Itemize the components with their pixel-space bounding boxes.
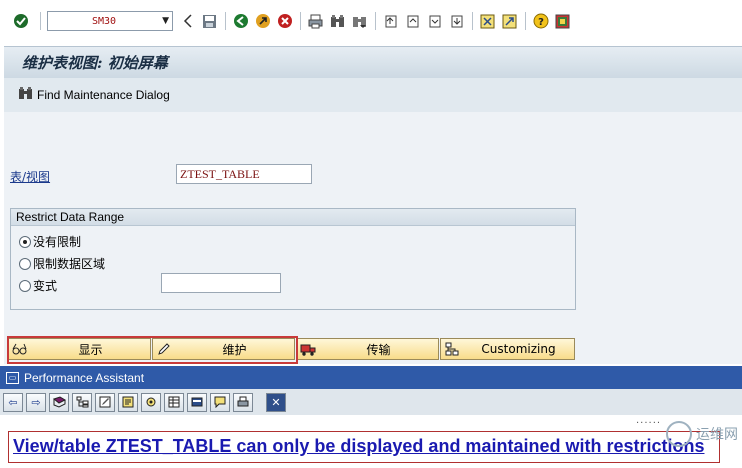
watermark-logo-icon	[666, 421, 692, 447]
maintain-button[interactable]: 维护	[152, 338, 295, 360]
last-page-icon[interactable]	[448, 13, 465, 30]
toolbar-separator	[300, 12, 301, 30]
transport-button-label: 传输	[366, 342, 391, 357]
table-icon[interactable]	[164, 392, 184, 412]
command-field-value: SM30	[92, 15, 117, 27]
maintain-button-label: 维护	[222, 342, 247, 357]
toolbar-separator	[525, 12, 526, 30]
radio-no-restriction[interactable]: 没有限制	[19, 233, 81, 250]
print-icon[interactable]	[307, 13, 324, 30]
radio-button[interactable]	[19, 257, 31, 270]
display-button[interactable]: 显示	[8, 338, 151, 360]
display-window-icon[interactable]	[187, 392, 207, 412]
toolbar-separator	[472, 12, 473, 30]
toolbar-separator	[225, 12, 226, 30]
find-maintenance-dialog-label: Find Maintenance Dialog	[37, 88, 170, 102]
find-next-icon[interactable]	[351, 13, 368, 30]
variant-input[interactable]	[161, 273, 281, 293]
performance-assistant-title-bar: ▭ Performance Assistant	[0, 366, 742, 389]
new-session-icon[interactable]	[479, 13, 496, 30]
help-icon[interactable]: ?	[532, 13, 549, 30]
display-button-label: 显示	[78, 342, 103, 357]
table-view-label: 表/视图	[10, 170, 51, 184]
performance-assistant-message: View/table ZTEST_TABLE can only be displ…	[8, 431, 720, 463]
pencil-icon	[153, 342, 175, 356]
first-page-icon[interactable]	[382, 13, 399, 30]
watermark-text: 运维网	[696, 426, 738, 442]
restrict-data-range-group: Restrict Data Range 没有限制 限制数据区域 变式	[10, 208, 576, 310]
chevron-down-icon[interactable]: ▼	[162, 16, 169, 26]
cancel-icon[interactable]	[276, 13, 293, 30]
performance-assistant-title: Performance Assistant	[24, 370, 145, 385]
radio-button[interactable]	[19, 235, 31, 248]
exit-icon[interactable]	[254, 13, 271, 30]
print-icon[interactable]	[233, 392, 253, 412]
glasses-icon	[9, 343, 31, 355]
structure-icon[interactable]	[72, 392, 92, 412]
customizing-button[interactable]: Customizing	[440, 338, 575, 360]
main-content: 表/视图 ZTEST_TABLE Restrict Data Range 没有限…	[4, 112, 742, 364]
arrow-left-icon[interactable]: ⇦	[3, 392, 23, 412]
layout-menu-icon[interactable]	[554, 13, 571, 30]
hierarchy-icon	[441, 342, 463, 356]
arrow-right-icon[interactable]: ⇨	[26, 392, 46, 412]
info-message-icon[interactable]	[210, 392, 230, 412]
resize-handle-icon[interactable]: ......	[636, 415, 661, 426]
toolbar-separator	[375, 12, 376, 30]
previous-page-icon[interactable]	[404, 13, 421, 30]
performance-assistant-body: ...... View/table ZTEST_TABLE can only b…	[0, 415, 742, 468]
book-icon[interactable]	[49, 392, 69, 412]
table-view-input[interactable]: ZTEST_TABLE	[176, 164, 312, 184]
radio-label: 变式	[33, 279, 58, 293]
enter-check-icon[interactable]	[12, 13, 29, 30]
screen-title-bar: 维护表视图: 初始屏幕	[4, 46, 742, 78]
expand-left-icon[interactable]	[179, 13, 196, 30]
customizing-button-label: Customizing	[481, 342, 556, 356]
radio-label: 限制数据区域	[33, 257, 106, 271]
truck-icon	[297, 343, 319, 356]
radio-label: 没有限制	[33, 235, 82, 249]
radio-button[interactable]	[19, 279, 31, 292]
performance-assistant-toolbar: ⇦ ⇨ ✕	[0, 389, 742, 415]
system-toolbar: SM30 ▼ ?	[0, 0, 742, 42]
action-button-bar: 显示 维护 传输 Customizing	[8, 338, 576, 362]
group-title: Restrict Data Range	[11, 209, 575, 226]
transport-button[interactable]: 传输	[296, 338, 439, 360]
page-title: 维护表视图: 初始屏幕	[22, 54, 168, 72]
settings-icon[interactable]	[141, 392, 161, 412]
command-field[interactable]: SM30 ▼	[47, 11, 173, 31]
radio-restrict-data-area[interactable]: 限制数据区域	[19, 255, 105, 272]
window-icon: ▭	[6, 371, 19, 384]
next-page-icon[interactable]	[426, 13, 443, 30]
back-icon[interactable]	[232, 13, 249, 30]
save-icon[interactable]	[201, 13, 218, 30]
find-icon[interactable]	[329, 13, 346, 30]
find-maintenance-dialog-button[interactable]: Find Maintenance Dialog	[18, 86, 170, 104]
shortcut-icon[interactable]	[501, 13, 518, 30]
technical-info-icon[interactable]	[118, 392, 138, 412]
watermark: 运维网	[666, 421, 738, 447]
find-icon	[18, 86, 33, 104]
edit-icon[interactable]	[95, 392, 115, 412]
toolbar-separator	[40, 12, 41, 30]
application-toolbar: Find Maintenance Dialog	[4, 78, 742, 112]
radio-variant[interactable]: 变式	[19, 277, 57, 294]
svg-text:?: ?	[538, 17, 544, 28]
close-icon[interactable]: ✕	[266, 392, 286, 412]
